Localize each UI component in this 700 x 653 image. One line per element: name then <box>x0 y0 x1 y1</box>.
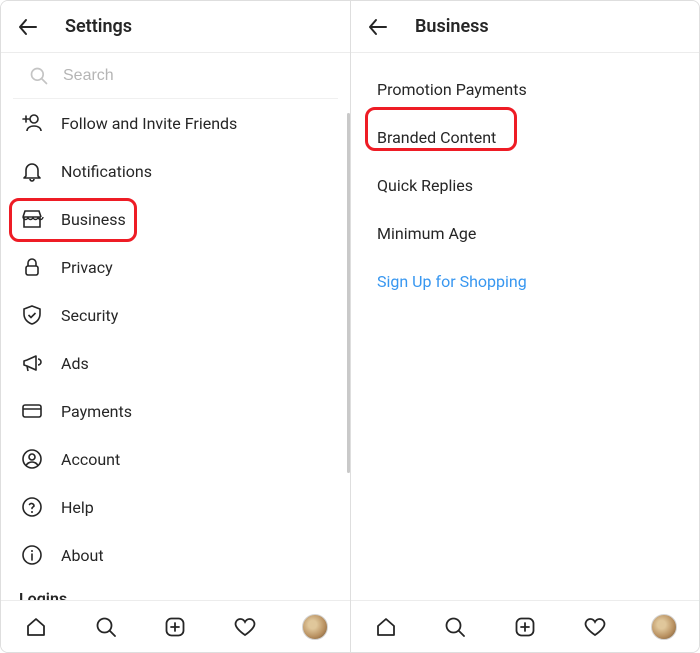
menu-label: Account <box>61 450 120 469</box>
nav-activity[interactable] <box>578 610 612 644</box>
search-icon <box>29 66 49 86</box>
menu-label: Follow and Invite Friends <box>61 114 237 133</box>
arrow-left-icon <box>366 15 390 39</box>
menu-label: Business <box>61 210 126 229</box>
avatar-icon <box>302 614 328 640</box>
add-box-icon <box>163 615 187 639</box>
search-row[interactable] <box>13 53 338 99</box>
heart-icon <box>583 615 607 639</box>
nav-add[interactable] <box>508 610 542 644</box>
menu-follow-invite[interactable]: Follow and Invite Friends <box>1 99 350 147</box>
menu-about[interactable]: About <box>1 531 350 579</box>
home-icon <box>24 615 48 639</box>
menu-label: Privacy <box>61 258 113 277</box>
add-person-icon <box>19 110 45 136</box>
row-label: Promotion Payments <box>377 80 527 99</box>
menu-payments[interactable]: Payments <box>1 387 350 435</box>
logins-section: Logins <box>1 579 350 600</box>
info-icon <box>19 542 45 568</box>
row-quick-replies[interactable]: Quick Replies <box>351 161 699 209</box>
card-icon <box>19 398 45 424</box>
add-box-icon <box>513 615 537 639</box>
storefront-icon <box>19 206 45 232</box>
settings-pane: Settings Follow and Invite Friends <box>1 1 350 652</box>
menu-business[interactable]: Business <box>1 195 350 243</box>
bottom-nav-left <box>1 600 350 652</box>
account-icon <box>19 446 45 472</box>
row-label: Branded Content <box>377 128 496 147</box>
menu-account[interactable]: Account <box>1 435 350 483</box>
nav-search[interactable] <box>438 610 472 644</box>
business-title: Business <box>415 16 489 37</box>
row-label: Quick Replies <box>377 176 473 195</box>
row-label: Minimum Age <box>377 224 476 243</box>
avatar-icon <box>651 614 677 640</box>
bottom-nav-right <box>351 600 699 652</box>
search-icon <box>94 615 118 639</box>
menu-label: Security <box>61 306 118 325</box>
arrow-left-icon <box>16 15 40 39</box>
shield-icon <box>19 302 45 328</box>
menu-ads[interactable]: Ads <box>1 339 350 387</box>
menu-privacy[interactable]: Privacy <box>1 243 350 291</box>
menu-label: Help <box>61 498 94 517</box>
back-button[interactable] <box>11 10 45 44</box>
back-button[interactable] <box>361 10 395 44</box>
search-icon <box>443 615 467 639</box>
lock-icon <box>19 254 45 280</box>
search-input[interactable] <box>63 67 322 85</box>
settings-header: Settings <box>1 1 350 53</box>
row-label: Sign Up for Shopping <box>377 272 527 291</box>
business-header: Business <box>351 1 699 53</box>
menu-label: About <box>61 546 104 565</box>
menu-label: Ads <box>61 354 89 373</box>
row-minimum-age[interactable]: Minimum Age <box>351 209 699 257</box>
row-sign-up-shopping[interactable]: Sign Up for Shopping <box>351 257 699 305</box>
menu-help[interactable]: Help <box>1 483 350 531</box>
menu-security[interactable]: Security <box>1 291 350 339</box>
heart-icon <box>233 615 257 639</box>
nav-activity[interactable] <box>228 610 262 644</box>
menu-label: Payments <box>61 402 132 421</box>
settings-title: Settings <box>65 16 132 37</box>
nav-profile[interactable] <box>298 610 332 644</box>
bell-icon <box>19 158 45 184</box>
nav-home[interactable] <box>369 610 403 644</box>
row-branded-content[interactable]: Branded Content <box>351 113 699 161</box>
nav-home[interactable] <box>19 610 53 644</box>
nav-profile[interactable] <box>647 610 681 644</box>
nav-search[interactable] <box>89 610 123 644</box>
home-icon <box>374 615 398 639</box>
help-icon <box>19 494 45 520</box>
nav-add[interactable] <box>158 610 192 644</box>
menu-label: Notifications <box>61 162 152 181</box>
menu-notifications[interactable]: Notifications <box>1 147 350 195</box>
megaphone-icon <box>19 350 45 376</box>
row-promotion-payments[interactable]: Promotion Payments <box>351 65 699 113</box>
business-pane: Business Promotion Payments Branded Cont… <box>350 1 699 652</box>
